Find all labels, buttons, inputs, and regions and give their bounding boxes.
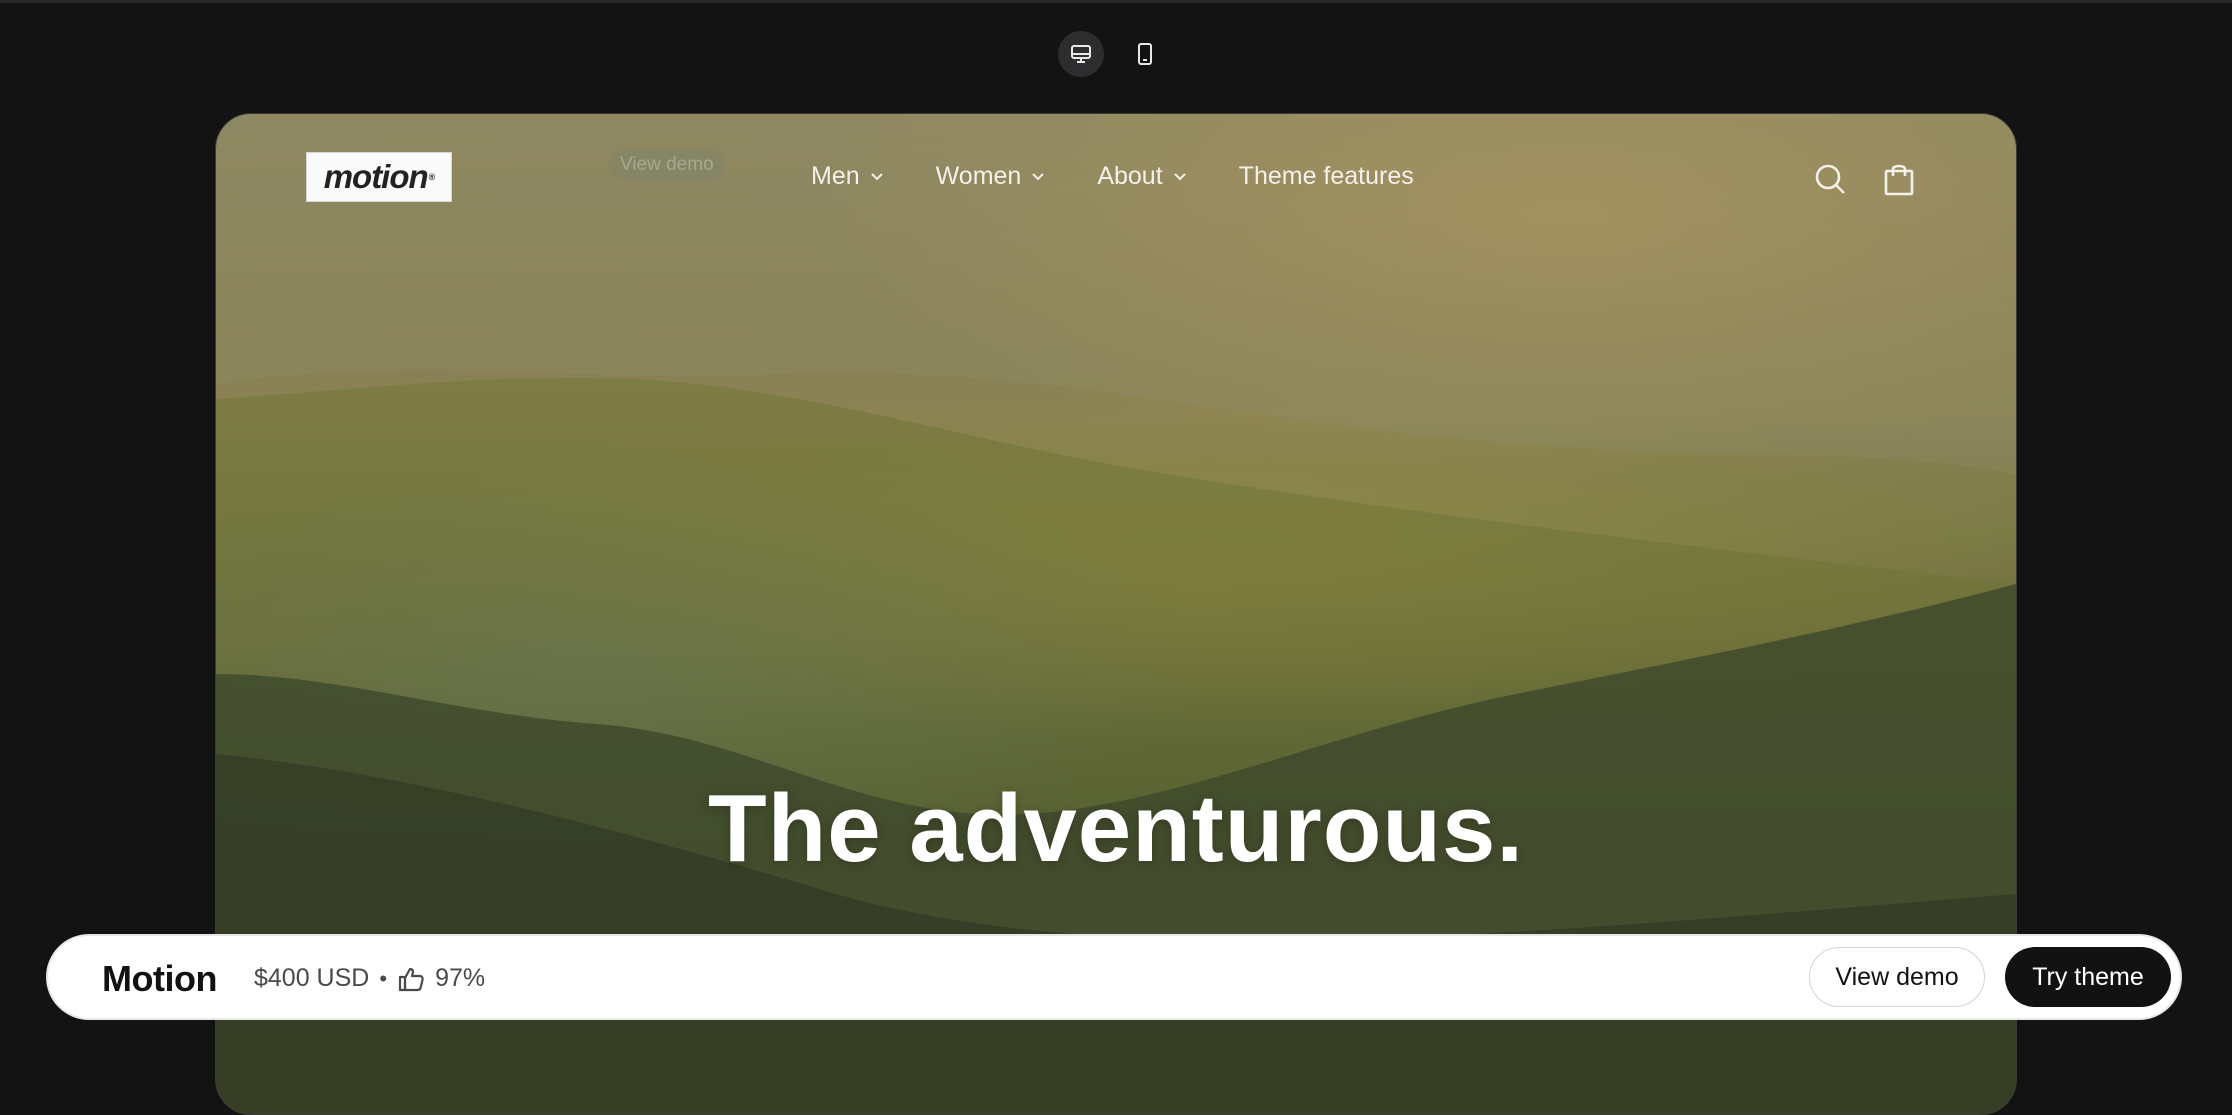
nav-item-men[interactable]: Men <box>811 162 884 191</box>
logo-mark: ® <box>428 172 436 182</box>
thumbs-up-icon <box>398 967 424 991</box>
nav-label: About <box>1097 162 1163 190</box>
try-theme-button[interactable]: Try theme <box>2005 947 2171 1007</box>
logo-text: motion <box>323 158 429 195</box>
theme-meta: $400 USD • 97% <box>254 964 485 993</box>
nav-label: Women <box>935 162 1022 190</box>
nav-label: Men <box>811 162 860 190</box>
meta-separator: • <box>379 965 388 991</box>
ghost-view-demo-button[interactable]: View demo <box>609 150 725 180</box>
store-nav: Men Women About Theme features <box>811 162 1414 191</box>
hero-heading: The adventurous. <box>707 775 1525 882</box>
mobile-view-button[interactable] <box>1122 31 1168 77</box>
theme-info-bar: Motion $400 USD • 97% View demo Try them… <box>46 934 2182 1020</box>
view-demo-button[interactable]: View demo <box>1809 947 1985 1007</box>
mobile-icon <box>1138 43 1152 65</box>
shopping-bag-icon[interactable] <box>1883 162 1915 196</box>
store-logo[interactable]: motion ® <box>306 152 452 202</box>
theme-price: $400 USD <box>254 964 370 992</box>
nav-item-theme-features[interactable]: Theme features <box>1239 162 1414 191</box>
store-actions <box>1813 162 1915 196</box>
device-toggle <box>1058 30 1168 78</box>
top-divider <box>0 0 2232 3</box>
desktop-icon <box>1071 45 1091 63</box>
chevron-down-icon <box>1032 172 1045 180</box>
nav-label: Theme features <box>1238 162 1414 190</box>
chevron-down-icon <box>1173 172 1186 180</box>
desktop-view-button[interactable] <box>1058 31 1104 77</box>
search-icon[interactable] <box>1813 162 1847 196</box>
nav-item-women[interactable]: Women <box>936 162 1046 191</box>
theme-name: Motion <box>102 958 217 999</box>
chevron-down-icon <box>870 172 883 180</box>
nav-item-about[interactable]: About <box>1097 162 1186 191</box>
store-header: motion ® View demo Men Women About Theme … <box>216 114 2016 244</box>
theme-rating: 97% <box>435 964 486 992</box>
